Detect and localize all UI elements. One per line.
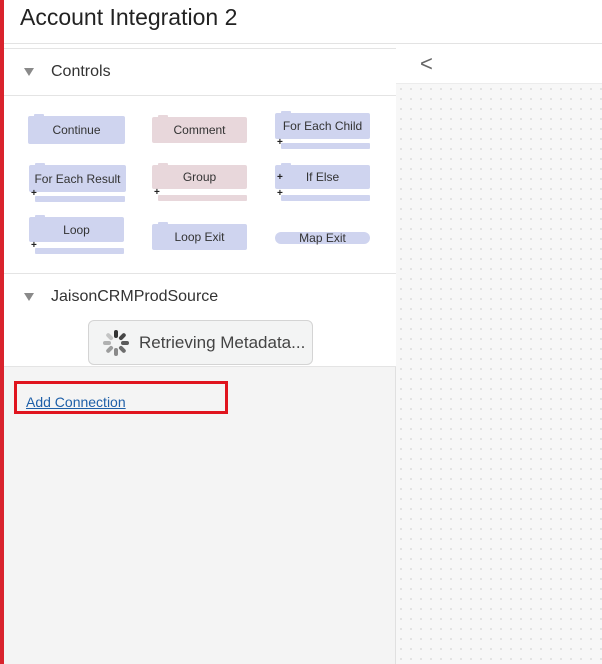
controls-block-palette: Continue Comment For Each Child + For Ea… (4, 96, 396, 274)
plus-icon: + (277, 172, 283, 183)
retrieving-metadata-indicator: Retrieving Metadata... (88, 320, 313, 365)
controls-section-header[interactable]: Controls (4, 48, 396, 96)
canvas-toolbar: < (396, 44, 602, 84)
retrieving-metadata-text: Retrieving Metadata... (139, 332, 306, 352)
source-section-label: JaisonCRMProdSource (51, 288, 219, 305)
loop-exit-block[interactable]: Loop Exit (152, 222, 247, 250)
loop-block[interactable]: Loop + (29, 215, 124, 257)
group-block-label: Group (182, 170, 217, 184)
block-tail (281, 143, 370, 149)
for-each-result-block-label: For Each Result (34, 171, 121, 186)
if-else-block-label: If Else (305, 170, 340, 184)
block-tail (158, 195, 247, 201)
page-title: Account Integration 2 (20, 4, 238, 30)
map-exit-block-label: Map Exit (299, 231, 346, 245)
for-each-child-block-label: For Each Child (282, 119, 363, 133)
for-each-result-block[interactable]: For Each Result + (29, 163, 126, 205)
map-exit-block[interactable]: Map Exit (275, 231, 370, 245)
collapse-triangle-icon[interactable] (24, 293, 34, 301)
add-connection-link[interactable]: Add Connection (26, 394, 126, 410)
plus-icon: + (154, 187, 160, 198)
block-tail (281, 195, 370, 201)
continue-block[interactable]: Continue (28, 114, 125, 144)
metadata-loading-row: Retrieving Metadata... (4, 320, 396, 367)
for-each-child-block[interactable]: For Each Child + (275, 111, 370, 153)
if-else-block[interactable]: If Else + + (275, 163, 370, 205)
block-tail (35, 196, 125, 202)
continue-block-label: Continue (52, 123, 101, 137)
comment-block[interactable]: Comment (152, 115, 247, 143)
loading-spinner-icon (103, 329, 129, 356)
block-tail (35, 248, 124, 254)
plus-icon: + (277, 137, 283, 148)
plus-icon: + (277, 188, 283, 199)
loop-exit-block-label: Loop Exit (174, 230, 225, 244)
controls-section-label: Controls (51, 63, 111, 80)
collapse-triangle-icon[interactable] (24, 68, 34, 76)
plus-icon: + (31, 240, 37, 251)
plus-icon: + (31, 188, 37, 199)
source-section-header[interactable]: JaisonCRMProdSource (4, 273, 396, 321)
design-canvas[interactable]: < (396, 44, 602, 664)
loop-block-label: Loop (63, 222, 90, 237)
chevron-left-icon[interactable]: < (420, 53, 433, 75)
comment-block-label: Comment (173, 123, 226, 137)
palette-panel: Controls Continue Comment For Each Child… (4, 48, 396, 664)
group-block[interactable]: Group + (152, 163, 247, 205)
